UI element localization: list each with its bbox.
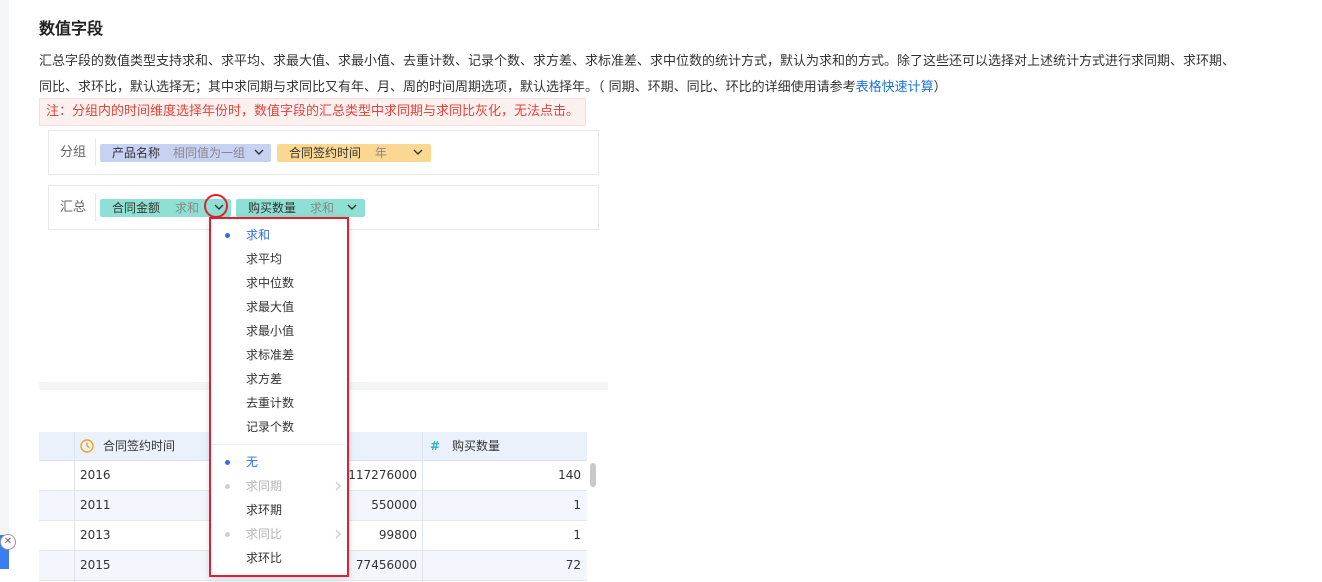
column-divider: [422, 432, 423, 582]
disabled-dot-icon: [225, 532, 230, 537]
description: 汇总字段的数值类型支持求和、求平均、求最大值、求最小值、去重计数、记录个数、求方…: [39, 49, 1322, 101]
hash-icon: #: [430, 439, 441, 453]
description-line-1: 汇总字段的数值类型支持求和、求平均、求最大值、求最小值、去重计数、记录个数、求方…: [39, 54, 1236, 69]
chevron-down-icon[interactable]: [347, 202, 357, 212]
aggregation-dropdown: 求和求平均求中位数求最大值求最小值求标准差求方差去重计数记录个数 无求同期求环期…: [209, 217, 349, 577]
menu-item-period[interactable]: 求环期: [246, 502, 282, 518]
menu-item-stat[interactable]: 求最大值: [246, 299, 294, 315]
highlight-circle: [204, 194, 228, 218]
menu-item-stat[interactable]: 求中位数: [246, 275, 294, 291]
menu-item-stat[interactable]: 求平均: [246, 251, 282, 267]
menu-item-stat[interactable]: 求标准差: [246, 347, 294, 363]
column-divider: [74, 432, 75, 582]
header-contract-time[interactable]: 合同签约时间: [103, 432, 175, 460]
warning-note: 注：分组内的时间维度选择年份时，数值字段的汇总类型中求同期与求同比灰化，无法点击…: [39, 98, 587, 126]
quick-calc-link[interactable]: 表格快速计算: [856, 80, 934, 95]
clock-icon: [80, 439, 94, 453]
menu-item-stat[interactable]: 求最小值: [246, 323, 294, 339]
page-title: 数值字段: [39, 19, 104, 38]
menu-item-stat[interactable]: 去重计数: [246, 395, 294, 411]
group-chip-product[interactable]: 产品名称 相同值为一组: [100, 144, 271, 162]
summary-chip-quantity[interactable]: 购买数量 求和: [236, 199, 365, 217]
group-label: 分组: [60, 145, 87, 160]
selected-dot-icon: [225, 233, 230, 238]
menu-item-period[interactable]: 无: [246, 454, 258, 470]
left-rail: [0, 0, 9, 569]
header-quantity[interactable]: 购买数量: [452, 432, 500, 460]
chevron-right-icon: [335, 529, 341, 539]
disabled-dot-icon: [225, 484, 230, 489]
menu-item-period: 求同比: [246, 527, 283, 541]
chevron-down-icon[interactable]: [254, 147, 264, 157]
summary-label: 汇总: [60, 200, 87, 215]
chevron-right-icon: [335, 481, 341, 491]
close-icon[interactable]: ✕: [0, 534, 16, 550]
menu-item-stat[interactable]: 求和: [246, 227, 270, 243]
chevron-down-icon[interactable]: [413, 147, 423, 157]
menu-item-period: 求同期: [246, 479, 283, 493]
table-scrollbar[interactable]: [590, 463, 596, 487]
menu-item-period[interactable]: 求环比: [246, 550, 282, 566]
menu-item-stat[interactable]: 求方差: [246, 371, 282, 387]
panel-separator: [95, 193, 96, 221]
selected-dot-icon: [225, 460, 230, 465]
dropdown-divider: [211, 444, 347, 445]
group-panel: 分组 产品名称 相同值为一组 合同签约时间 年: [48, 130, 599, 175]
panel-separator: [95, 138, 96, 166]
menu-item-stat[interactable]: 记录个数: [246, 419, 294, 435]
group-chip-contract-time[interactable]: 合同签约时间 年: [277, 144, 431, 162]
